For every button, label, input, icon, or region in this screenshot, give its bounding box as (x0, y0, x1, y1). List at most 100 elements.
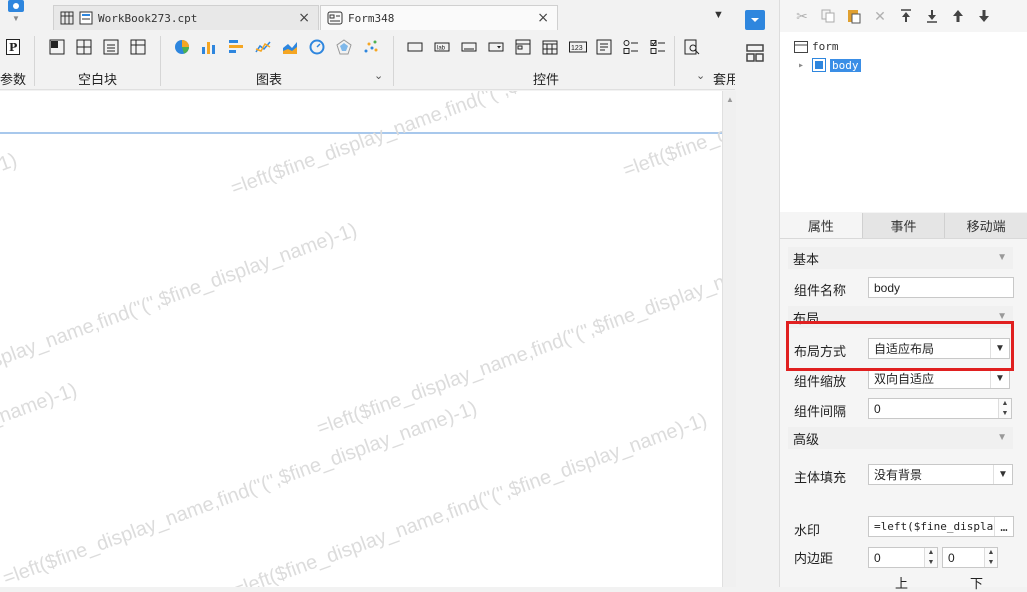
field-value: 没有背景 (874, 468, 923, 482)
widgets-expand-icon[interactable]: ⌄ (696, 69, 705, 82)
workbook-icon (79, 11, 93, 25)
line-chart-icon[interactable] (255, 39, 271, 55)
textarea-widget-icon[interactable] (596, 39, 612, 55)
gauge-chart-icon[interactable] (309, 39, 325, 55)
body-fill-label: 主体填充 (794, 470, 847, 485)
charts-expand-icon[interactable]: ⌄ (374, 69, 383, 82)
component-gap-stepper[interactable]: 0 ▲ ▼ (868, 398, 1012, 419)
button-widget-icon[interactable] (461, 39, 477, 55)
layout-panel-icon[interactable] (744, 42, 766, 64)
label-widget-icon[interactable]: lab (434, 39, 450, 55)
horizontal-bar-chart-icon[interactable] (228, 39, 244, 55)
more-options-icon[interactable]: … (994, 517, 1013, 536)
watermark-text: =left($fine_display_name,find("(",$fine_… (314, 247, 722, 440)
tab-close-icon[interactable]: × (537, 10, 549, 26)
padding-bottom-stepper[interactable]: 0 ▲ ▼ (942, 547, 998, 568)
design-canvas[interactable]: =left($fine_display_name,find("(",$fine_… (0, 91, 722, 587)
tab-close-icon[interactable]: × (298, 10, 310, 26)
watermark-label: 水印 (794, 523, 821, 538)
paste-icon[interactable] (846, 8, 862, 24)
tab-events[interactable]: 事件 (862, 213, 946, 238)
canvas-vertical-scrollbar[interactable]: ▲ (722, 91, 736, 587)
tab-mobile[interactable]: 移动端 (945, 213, 1027, 238)
grid-sheet-icon (60, 11, 74, 25)
split-block-icon[interactable] (76, 39, 92, 55)
component-name-input[interactable]: body (868, 277, 1014, 298)
tab-form[interactable]: Form348 × (320, 5, 558, 30)
component-name-label: 组件名称 (794, 283, 847, 298)
stepper-arrows-icon[interactable]: ▲ ▼ (924, 548, 937, 567)
app-menu-caret-icon[interactable]: ▼ (12, 14, 20, 23)
number-widget-icon[interactable]: 123 (569, 39, 587, 55)
cut-icon[interactable]: ✂ (794, 8, 810, 24)
component-scale-label: 组件缩放 (794, 374, 847, 389)
radar-chart-icon[interactable] (336, 39, 352, 55)
chevron-down-icon[interactable]: ▼ (990, 369, 1009, 388)
checkbox-group-widget-icon[interactable] (650, 39, 666, 55)
copy-icon[interactable] (820, 8, 836, 24)
svg-text:lab: lab (437, 46, 446, 52)
watermark-input[interactable]: =left($fine_display_n … (868, 516, 1014, 537)
tree-node-body[interactable]: ▸ body (798, 58, 861, 72)
radio-group-widget-icon[interactable] (623, 39, 639, 55)
tab-label: WorkBook273.cpt (98, 11, 198, 25)
tree-toolbar: ✂ ✕ (780, 0, 1027, 32)
watermark-text: =left($fine_display_name,find("(",$fine_… (620, 91, 722, 183)
move-to-bottom-icon[interactable] (924, 8, 940, 24)
area-chart-icon[interactable] (282, 39, 298, 55)
tree-node-form[interactable]: form (794, 40, 839, 53)
tab-properties[interactable]: 属性 (780, 213, 863, 238)
bar-chart-icon[interactable] (201, 39, 217, 55)
combo-widget-icon[interactable] (515, 39, 531, 55)
search-widget-icon[interactable] (684, 39, 700, 55)
group-label-templates: 套用 (713, 72, 735, 87)
component-tree: form ▸ body (780, 32, 1027, 212)
watermark-text: =left($fine_display_name,find("(",$fine_… (230, 409, 711, 587)
tab-list-dropdown-icon[interactable]: ▼ (713, 9, 724, 21)
highlight-box (786, 321, 1014, 371)
padding-top-sublabel: 上 (895, 576, 909, 591)
collapse-icon[interactable]: ▼ (997, 432, 1007, 443)
move-to-top-icon[interactable] (898, 8, 914, 24)
field-value: 0 (948, 550, 955, 565)
body-fill-select[interactable]: 没有背景 ▼ (868, 464, 1013, 485)
group-label-params: 参数 (0, 72, 27, 87)
tree-expander-icon[interactable]: ▸ (798, 60, 804, 71)
date-widget-icon[interactable] (542, 39, 558, 55)
parameter-icon[interactable]: P (6, 39, 22, 55)
dropdown-widget-icon[interactable] (488, 39, 504, 55)
stepper-arrows-icon[interactable]: ▲ ▼ (984, 548, 997, 567)
delete-icon[interactable]: ✕ (872, 8, 888, 24)
section-title: 基本 (793, 251, 820, 267)
move-down-icon[interactable] (976, 8, 992, 24)
group-label-charts: 图表 (256, 72, 283, 87)
watermark-text: =left($fine_display_name,find("(",$fine_… (0, 149, 21, 342)
component-scale-select[interactable]: 双向自适应 ▼ (868, 368, 1010, 389)
padding-top-stepper[interactable]: 0 ▲ ▼ (868, 547, 938, 568)
move-up-icon[interactable] (950, 8, 966, 24)
collapse-icon[interactable]: ▼ (997, 252, 1007, 263)
section-advanced[interactable]: 高级 ▼ (788, 427, 1013, 449)
tab-block-icon[interactable] (103, 39, 119, 55)
tab-workbook[interactable]: WorkBook273.cpt × (53, 5, 319, 30)
component-gap-label: 组件间隔 (794, 404, 847, 419)
textbox-widget-icon[interactable] (407, 39, 423, 55)
pie-chart-icon[interactable] (174, 39, 190, 55)
scroll-up-icon[interactable]: ▲ (726, 95, 734, 104)
widget-library-toggle-icon[interactable] (744, 9, 766, 31)
grid-block-icon[interactable] (130, 39, 146, 55)
field-value: 0 (874, 550, 881, 565)
scatter-chart-icon[interactable] (363, 39, 379, 55)
tree-node-label: body (830, 58, 861, 72)
side-strip (736, 0, 780, 587)
tab-bar: ▼ WorkBook273.cpt × Form348 × ▼ (0, 0, 735, 34)
absolute-block-icon[interactable] (49, 39, 65, 55)
section-basic[interactable]: 基本 ▼ (788, 247, 1013, 269)
stepper-arrows-icon[interactable]: ▲ ▼ (998, 399, 1011, 418)
watermark-text: =left($fine_display_name,find("(",$fine_… (228, 91, 709, 200)
group-divider (674, 36, 675, 86)
svg-text:P: P (9, 41, 17, 54)
field-value: =left($fine_display_n (874, 520, 1014, 533)
chevron-down-icon[interactable]: ▼ (993, 465, 1012, 484)
padding-bottom-sublabel: 下 (970, 576, 984, 591)
